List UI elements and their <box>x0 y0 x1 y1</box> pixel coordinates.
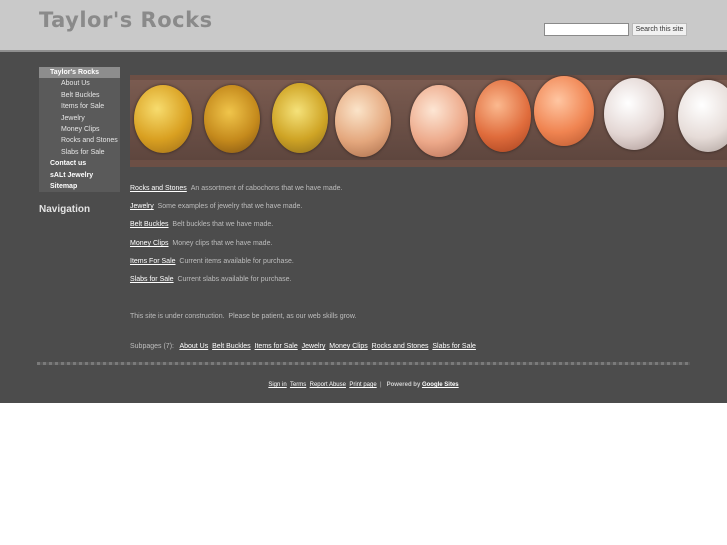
entry-money-clips: Money Clips Money clips that we have mad… <box>130 240 272 247</box>
sidebar-item-sitemap[interactable]: Sitemap <box>39 181 120 192</box>
sidebar-item-contact-us[interactable]: Contact us <box>39 158 120 169</box>
cabochon-stone <box>410 85 468 157</box>
sidebar-item-taylors-rocks[interactable]: Taylor's Rocks <box>39 67 120 79</box>
search-button[interactable]: Search this site <box>632 23 687 36</box>
cabochon-stone <box>134 85 192 153</box>
money-clips-link[interactable]: Money Clips <box>130 240 169 247</box>
cabochon-stone <box>475 80 531 152</box>
powered-by-text: Powered by <box>386 382 421 388</box>
subpage-link-money-clips[interactable]: Money Clips <box>329 343 368 350</box>
sidebar-item-jewelry[interactable]: Jewelry <box>39 113 120 124</box>
subpage-link-jewelry[interactable]: Jewelry <box>302 343 326 350</box>
cabochon-stone <box>534 76 594 146</box>
banner-image <box>130 75 727 167</box>
entry-description: Current slabs available for purchase. <box>177 276 292 283</box>
google-sites-link[interactable]: Google Sites <box>422 382 459 388</box>
entry-slabs-for-sale: Slabs for Sale Current slabs available f… <box>130 276 292 283</box>
entry-description: Money clips that we have made. <box>172 240 273 247</box>
sidebar-item-slabs-for-sale[interactable]: Slabs for Sale <box>39 147 120 158</box>
subpage-link-belt-buckles[interactable]: Belt Buckles <box>212 343 251 350</box>
sidebar: Taylor's Rocks About Us Belt Buckles Ite… <box>39 67 120 193</box>
search-input[interactable] <box>544 23 629 36</box>
belt-buckles-link[interactable]: Belt Buckles <box>130 221 169 228</box>
entry-description: Some examples of jewelry that we have ma… <box>157 203 303 210</box>
entry-description: An assortment of cabochons that we have … <box>190 185 343 192</box>
cabochon-stone <box>204 85 260 153</box>
footer-separator: | <box>380 382 382 388</box>
report-abuse-link[interactable]: Report Abuse <box>310 382 346 388</box>
entry-rocks-and-stones: Rocks and Stones An assortment of caboch… <box>130 185 342 192</box>
jewelry-link[interactable]: Jewelry <box>130 203 154 210</box>
construction-note: This site is under construction. Please … <box>130 313 357 320</box>
entry-items-for-sale: Items For Sale Current items available f… <box>130 258 294 265</box>
sidebar-item-about-us[interactable]: About Us <box>39 78 120 89</box>
sidebar-item-salt-jewelry[interactable]: sALt Jewelry <box>39 170 120 181</box>
entry-belt-buckles: Belt Buckles Belt buckles that we have m… <box>130 221 273 228</box>
sign-in-link[interactable]: Sign in <box>268 382 286 388</box>
site-footer: Sign in Terms Report Abuse Print page | … <box>0 382 727 388</box>
content-area: Taylor's Rocks About Us Belt Buckles Ite… <box>0 52 727 403</box>
content-divider <box>37 362 690 365</box>
subpages-list: Subpages (7): About Us Belt Buckles Item… <box>130 343 476 350</box>
sidebar-item-rocks-and-stones[interactable]: Rocks and Stones <box>39 135 120 146</box>
entry-description: Belt buckles that we have made. <box>172 221 274 228</box>
cabochon-stone <box>604 78 664 150</box>
rocks-and-stones-link[interactable]: Rocks and Stones <box>130 185 187 192</box>
entry-jewelry: Jewelry Some examples of jewelry that we… <box>130 203 302 210</box>
sidebar-item-belt-buckles[interactable]: Belt Buckles <box>39 90 120 101</box>
cabochon-stone <box>272 83 328 153</box>
sidebar-item-money-clips[interactable]: Money Clips <box>39 124 120 135</box>
slabs-for-sale-link[interactable]: Slabs for Sale <box>130 276 174 283</box>
site-title[interactable]: Taylor's Rocks <box>39 8 213 32</box>
terms-link[interactable]: Terms <box>290 382 306 388</box>
cabochon-stone <box>335 85 391 157</box>
items-for-sale-link[interactable]: Items For Sale <box>130 258 176 265</box>
entry-description: Current items available for purchase. <box>179 258 294 265</box>
subpage-link-about-us[interactable]: About Us <box>179 343 208 350</box>
print-page-link[interactable]: Print page <box>349 382 376 388</box>
subpage-link-items-for-sale[interactable]: Items for Sale <box>255 343 298 350</box>
subpage-link-slabs-for-sale[interactable]: Slabs for Sale <box>432 343 476 350</box>
site-header: Taylor's Rocks Search this site <box>0 0 727 52</box>
subpage-link-rocks-and-stones[interactable]: Rocks and Stones <box>372 343 429 350</box>
subpages-label: Subpages (7): <box>130 343 174 350</box>
navigation-heading: Navigation <box>39 204 91 215</box>
sidebar-item-items-for-sale[interactable]: Items for Sale <box>39 101 120 112</box>
